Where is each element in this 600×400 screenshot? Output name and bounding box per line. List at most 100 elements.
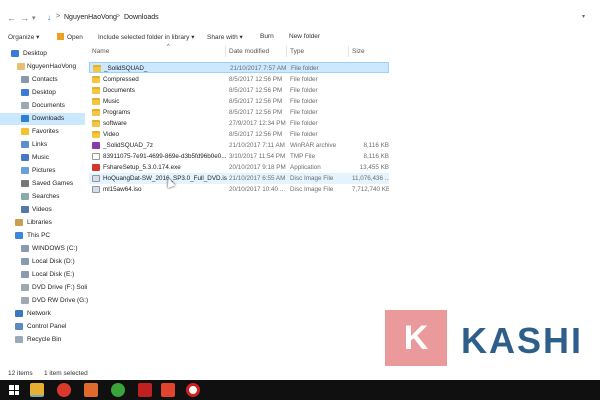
nav-item-links[interactable]: Links [0,139,85,151]
nav-item-documents[interactable]: Documents [0,100,85,112]
downloads-icon [21,115,29,122]
desktop-icon [21,89,29,96]
recycle-bin-icon [15,336,23,343]
user-folder-icon [17,63,25,70]
column-header-name[interactable]: Name [92,48,109,55]
nav-item-searches[interactable]: Searches [0,191,85,203]
nav-item-downloads[interactable]: Downloads [0,113,85,125]
include-in-library-button[interactable]: Include selected folder in library ▾ [98,33,194,41]
application-icon [92,164,100,171]
nav-item-desktop-2[interactable]: Desktop [0,87,85,99]
file-row[interactable]: Compressed 8/5/2017 12:56 PM File folder [89,74,389,85]
nav-item-drive-f[interactable]: DVD Drive (F:) Soli [0,282,87,294]
column-divider[interactable] [286,46,287,57]
disc-image-icon [92,186,100,193]
breadcrumb-downloads[interactable]: Downloads [124,14,159,21]
breadcrumb-user[interactable]: NguyenHaoVong [64,14,117,21]
organize-button[interactable]: Organize ▾ [8,33,39,41]
selection-count: 1 item selected [44,370,88,377]
games-icon [21,180,29,187]
file-row[interactable]: FshareSetup_5.3.0.174.exe 20/10/2017 9:18… [89,162,389,173]
dvd-icon [21,284,29,291]
open-folder-icon [57,33,64,40]
folder-icon [92,120,100,127]
nav-item-favorites[interactable]: Favorites [0,126,85,138]
nav-item-network[interactable]: Network [0,308,85,320]
star-icon [21,128,29,135]
file-row[interactable]: _SolidSQUAD_ 21/10/2017 7:57 AM File folde… [89,62,389,73]
nav-item-drive-e[interactable]: Local Disk (E:) [0,269,85,281]
nav-item-videos[interactable]: Videos [0,204,85,216]
address-dropdown-icon[interactable]: ▾ [582,13,585,20]
file-icon [92,153,100,160]
open-button[interactable]: Open [57,33,83,41]
drive-icon [21,271,29,278]
new-folder-button[interactable]: New folder [289,33,320,40]
control-panel-icon [15,323,23,330]
folder-icon [92,131,100,138]
column-divider[interactable] [225,46,226,57]
column-header-size[interactable]: Size [352,48,365,55]
back-arrow-icon[interactable]: ← [7,13,16,23]
libraries-icon [15,219,23,226]
recorder-icon[interactable] [161,383,175,397]
chrome-icon[interactable] [57,383,71,397]
folder-icon [92,76,100,83]
drive-icon [21,245,29,252]
file-row[interactable]: Video 8/5/2017 12:56 PM File folder [89,129,389,140]
utorrent-icon[interactable] [111,383,125,397]
nav-item-contacts[interactable]: Contacts [0,74,85,86]
download-arrow-icon: ↓ [47,13,51,22]
drive-icon [21,258,29,265]
file-row[interactable]: Programs 8/5/2017 12:56 PM File folder [89,107,389,118]
links-icon [21,141,29,148]
nav-item-music[interactable]: Music [0,152,85,164]
address-box[interactable]: ↓ > NguyenHaoVong > Downloads ▾ [44,10,600,27]
file-row[interactable]: Music 8/5/2017 12:56 PM File folder [89,96,389,107]
nav-item-user[interactable]: NguyenHaoVong [0,61,85,73]
nav-item-drive-c[interactable]: WINDOWS (C:) [0,243,85,255]
file-row[interactable]: 83911075-7e91-4699-869e-d3b5fd96b0e0... 3… [89,151,389,162]
kashi-logo: K KASHI [385,310,595,366]
search-icon [21,193,29,200]
file-row[interactable]: software 27/9/2017 12:34 PM File folder [89,118,389,129]
app-icon[interactable] [138,383,152,397]
nav-item-control-panel[interactable]: Control Panel [0,321,85,333]
folder-icon [92,87,100,94]
file-row[interactable]: _SolidSQUAD_7z 21/10/2017 7:11 AM WinRAR a… [89,140,389,151]
folder-icon [93,65,101,72]
start-icon[interactable] [9,385,19,395]
forward-arrow-icon[interactable]: → [20,13,29,23]
command-bar: Organize ▾ Open Include selected folder … [0,32,600,44]
nav-item-drive-g[interactable]: DVD RW Drive (G:) [0,295,88,307]
nav-item-pictures[interactable]: Pictures [0,165,85,177]
burn-button[interactable]: Burn [260,33,274,40]
nav-item-saved-games[interactable]: Saved Games [0,178,85,190]
folder-icon [92,98,100,105]
network-icon [15,310,23,317]
file-row[interactable]: ml15aw64.iso 20/10/2017 10:40 ... Disc Ima… [89,184,389,195]
column-header-type[interactable]: Type [290,48,304,55]
file-row[interactable]: Documents 8/5/2017 12:56 PM File folder [89,85,389,96]
recent-chevron-icon[interactable]: ▾ [32,14,36,22]
column-divider[interactable] [348,46,349,57]
status-bar: 12 items 1 item selected [0,366,600,380]
breadcrumb-separator-icon: > [56,13,61,20]
nav-item-drive-d[interactable]: Local Disk (D:) [0,256,85,268]
winrar-archive-icon [92,142,100,149]
record-icon[interactable] [186,383,200,397]
desktop-icon [11,50,19,57]
share-with-button[interactable]: Share with ▾ [207,33,243,41]
file-row[interactable]: HoQuangDat-SW_2016_SP3.0_Full_DVD.iso 21/… [89,173,389,184]
nav-item-recycle-bin[interactable]: Recycle Bin [0,334,85,346]
column-header-date[interactable]: Date modified [229,48,269,55]
dvd-icon [21,297,29,304]
nav-item-this-pc[interactable]: This PC [0,230,85,242]
navigation-pane: Desktop NguyenHaoVong Contacts Desktop D… [0,48,88,366]
nav-item-libraries[interactable]: Libraries [0,217,85,229]
nav-item-desktop[interactable]: Desktop [0,48,85,60]
address-bar-area: ← → ▾ ↓ > NguyenHaoVong > Downloads ▾ [0,0,600,32]
file-explorer-icon[interactable] [30,383,44,397]
media-icon[interactable] [84,383,98,397]
logo-letter: K [403,319,429,357]
